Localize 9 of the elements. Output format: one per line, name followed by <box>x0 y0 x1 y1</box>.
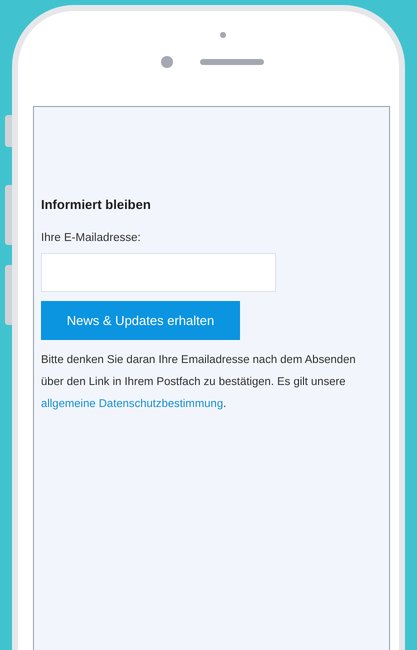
sensor-dot-icon <box>220 32 226 38</box>
privacy-policy-link[interactable]: allgemeine Datenschutzbestimmung <box>41 398 224 410</box>
email-input-field[interactable] <box>41 253 276 292</box>
subscribe-button[interactable]: News & Updates erhalten <box>41 301 240 340</box>
form-heading: Informiert bleiben <box>41 197 152 212</box>
confirmation-notice: Bitte denken Sie daran Ihre Emailadresse nach dem Absenden über den Link in Ihrem Postfach zu bestätigen. Es gilt unsere allgemeine Datenschutzbestimmung. <box>41 353 357 412</box>
camera-icon <box>161 56 173 68</box>
speaker-icon <box>200 59 264 65</box>
email-label: Ihre E-Mailadresse: <box>41 232 142 244</box>
